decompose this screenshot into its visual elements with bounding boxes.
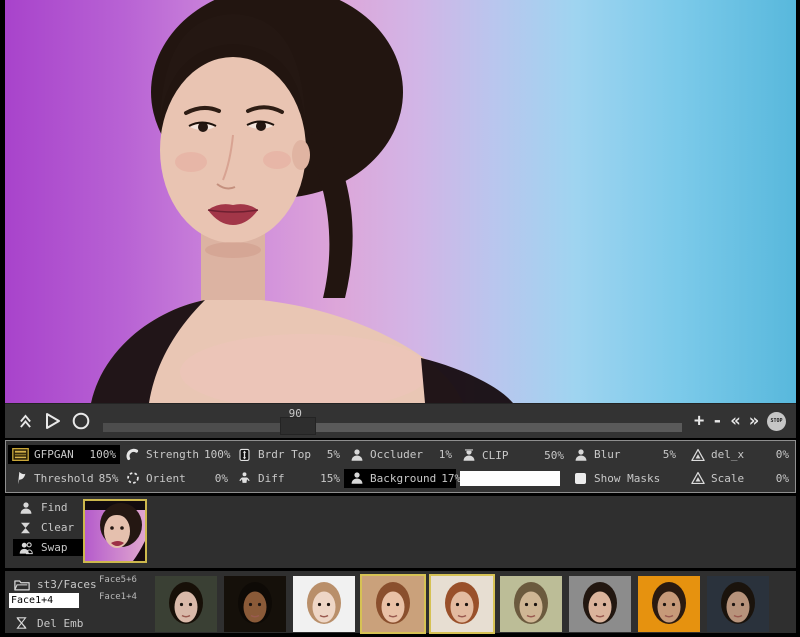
- clip-text-input[interactable]: [460, 471, 560, 486]
- record-button[interactable]: [71, 411, 91, 431]
- clear-button[interactable]: Clear: [13, 519, 83, 536]
- settings-toolbar: GFPGAN 100% Threshold 85% Strength 100%: [5, 440, 796, 493]
- timeline-bar: 90 + - « » STOP: [5, 403, 796, 438]
- gfpgan-badge-icon: [12, 447, 29, 463]
- faces-library-panel: st3/Faces Del Emb Face5+6 Face1+4: [5, 571, 796, 633]
- frame-minus-button[interactable]: -: [712, 411, 722, 431]
- frame-number: 90: [289, 407, 302, 420]
- embedding-label-1[interactable]: Face5+6: [99, 575, 137, 585]
- person-bust-icon: [460, 447, 477, 463]
- frame-plus-button[interactable]: +: [694, 411, 704, 431]
- setting-blur[interactable]: Blur 5%: [568, 445, 680, 464]
- double-chevron-up-icon[interactable]: [15, 411, 35, 431]
- timeline-track-remaining[interactable]: [294, 423, 682, 432]
- face-thumbnail-bearded-man-navy-bg[interactable]: [705, 574, 771, 634]
- figure-icon: [236, 470, 253, 486]
- skip-back-button[interactable]: «: [731, 411, 741, 431]
- app-window: 90 + - « » STOP GFPGAN 100% Threshold 85…: [5, 0, 796, 633]
- swoosh-icon: [124, 447, 141, 463]
- setting-background[interactable]: Background 17%: [344, 469, 456, 488]
- video-preview: [5, 0, 796, 403]
- skip-forward-button[interactable]: »: [749, 411, 759, 431]
- swap-button[interactable]: Swap: [13, 539, 83, 556]
- person-bust-icon: [572, 447, 589, 463]
- person-bust-icon: [348, 470, 365, 486]
- face-target-panel: Find Clear Swap: [5, 496, 796, 568]
- face-thumbnail-woman-auburn-tan-bg[interactable]: [360, 574, 426, 634]
- folder-icon: [13, 576, 30, 592]
- person-bust-icon: [348, 447, 365, 463]
- dotted-circle-icon: [124, 470, 141, 486]
- show-masks-checkbox[interactable]: [575, 473, 586, 484]
- setting-show-masks[interactable]: Show Masks: [568, 469, 680, 488]
- setting-brdr-top[interactable]: Brdr Top 5%: [232, 445, 344, 464]
- target-face-thumbnail[interactable]: [83, 499, 147, 563]
- setting-gfpgan[interactable]: GFPGAN 100%: [8, 445, 120, 464]
- person-bust-icon: [17, 500, 34, 516]
- preview-image: [5, 0, 796, 403]
- warning-triangle-icon: [689, 447, 706, 463]
- face-thumbnail-woman-orange-bg[interactable]: [636, 574, 702, 634]
- border-top-icon: [236, 447, 253, 463]
- setting-diff[interactable]: Diff 15%: [232, 469, 344, 488]
- setting-threshold[interactable]: Threshold 85%: [8, 469, 120, 488]
- hourglass-icon: [17, 520, 34, 536]
- faces-folder-button[interactable]: st3/Faces: [13, 576, 97, 592]
- flag-icon: [12, 470, 29, 486]
- face-thumbnail-woman-dark-hair-gray-bg[interactable]: [567, 574, 633, 634]
- setting-clip[interactable]: CLIP 50%: [456, 446, 568, 465]
- face-thumbnail-row: [153, 574, 771, 634]
- faces-folder-label: st3/Faces: [37, 578, 97, 591]
- embedding-name-input[interactable]: [9, 593, 79, 608]
- face-thumbnail-pale-woman-white-bg[interactable]: [291, 574, 357, 634]
- timeline-slider[interactable]: 90: [103, 404, 682, 438]
- del-emb-button[interactable]: Del Emb: [13, 615, 83, 631]
- setting-occluder[interactable]: Occluder 1%: [344, 445, 456, 464]
- face-thumbnail-woman-earrings-dark-bg[interactable]: [153, 574, 219, 634]
- setting-scale[interactable]: Scale 0%: [685, 469, 793, 488]
- setting-orient[interactable]: Orient 0%: [120, 469, 232, 488]
- face-thumbnail-woman-redhead-light-bg[interactable]: [429, 574, 495, 634]
- face-thumbnail-man-long-dark-hair[interactable]: [222, 574, 288, 634]
- play-button[interactable]: [43, 411, 63, 431]
- setting-del-x[interactable]: del_x 0%: [685, 445, 793, 464]
- crossed-hourglass-icon: [13, 615, 30, 631]
- face-thumbnail-woman-freckles-green-bg[interactable]: [498, 574, 564, 634]
- warning-triangle-icon: [689, 470, 706, 486]
- swap-faces-icon: [17, 540, 34, 556]
- stop-button[interactable]: STOP: [767, 412, 786, 431]
- find-button[interactable]: Find: [13, 499, 83, 516]
- embedding-label-2[interactable]: Face1+4: [99, 592, 137, 602]
- setting-strength[interactable]: Strength 100%: [120, 445, 232, 464]
